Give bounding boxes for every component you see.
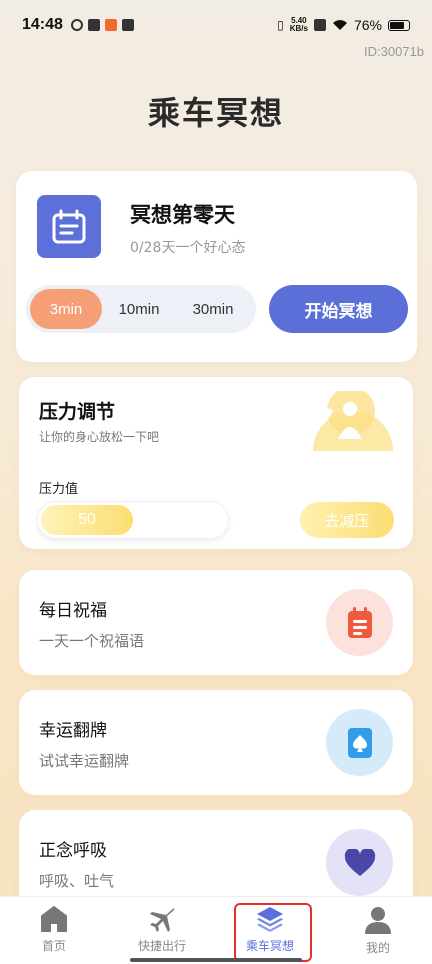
duration-3min-button[interactable]: 3min: [30, 289, 102, 329]
feature-subtitle: 呼吸、吐气: [39, 872, 115, 890]
tab-car-meditation[interactable]: 乘车冥想: [216, 897, 324, 964]
heart-icon[interactable]: [326, 829, 393, 896]
tab-label: 乘车冥想: [245, 939, 294, 953]
sim-icon: [313, 19, 326, 31]
page-title: 乘车冥想: [147, 94, 284, 132]
home-icon: [41, 906, 67, 932]
daily-blessing-card[interactable]: 每日祝福 一天一个祝福语: [19, 570, 413, 675]
app-notification-icon: [104, 19, 117, 31]
pressure-subtitle: 让你的身心放松一下吧: [39, 430, 160, 444]
duration-selector: 3min 10min 30min: [26, 285, 256, 333]
notification-icons: [70, 19, 134, 31]
feature-title: 每日祝福: [39, 601, 107, 621]
status-right: ▯ 5.40 KB/s 76%: [277, 17, 410, 33]
status-time: 14:48: [22, 16, 63, 33]
vibrate-icon: ▯: [277, 18, 284, 32]
tab-label: 我的: [365, 941, 390, 955]
tab-label: 首页: [41, 939, 66, 953]
feature-subtitle: 一天一个祝福语: [39, 632, 145, 650]
layers-icon: [257, 907, 283, 932]
meditation-subtitle: 0/28天一个好心态: [130, 240, 246, 256]
duration-30min-button[interactable]: 30min: [176, 289, 250, 329]
pressure-label: 压力值: [39, 482, 79, 497]
play-icon: [121, 19, 134, 31]
pressure-slider[interactable]: 50: [37, 501, 229, 539]
pressure-value-fill: 50: [41, 505, 133, 535]
pressure-title: 压力调节: [39, 401, 116, 423]
reduce-pressure-button[interactable]: 去减压: [300, 502, 394, 538]
tab-quick-travel[interactable]: 快捷出行: [108, 897, 216, 964]
sync-icon: [70, 19, 83, 31]
feature-title: 正念呼吸: [39, 841, 107, 861]
relax-illustration-icon: [313, 391, 393, 451]
meditation-card: 冥想第零天 0/28天一个好心态 3min 10min 30min 开始冥想: [16, 171, 417, 362]
status-bar: 14:48 ▯ 5.40 KB/s 76%: [0, 0, 432, 50]
calendar-icon: [37, 195, 101, 258]
net-speed-unit: KB/s: [289, 24, 308, 33]
mail-icon: [87, 19, 100, 31]
bottom-tab-bar: 首页 快捷出行 乘车冥想 我的: [0, 896, 432, 964]
wifi-icon: [332, 20, 347, 30]
airplane-icon: [150, 908, 174, 932]
feature-subtitle: 试试幸运翻牌: [39, 752, 130, 770]
home-indicator: [130, 958, 302, 962]
pressure-card: 压力调节 让你的身心放松一下吧 压力值 50 去减压: [19, 377, 413, 549]
meditation-title: 冥想第零天: [130, 203, 235, 227]
battery-percent: 76%: [353, 17, 382, 33]
calendar-note-icon[interactable]: [326, 589, 393, 656]
tab-label: 快捷出行: [137, 939, 186, 953]
user-icon: [365, 907, 391, 934]
start-meditation-button[interactable]: 开始冥想: [269, 285, 408, 333]
spade-card-icon[interactable]: [326, 709, 393, 776]
tab-mine[interactable]: 我的: [324, 897, 432, 964]
feature-title: 幸运翻牌: [39, 721, 107, 741]
battery-icon: [388, 19, 410, 31]
pressure-value: 50: [78, 511, 96, 528]
lucky-flip-card[interactable]: 幸运翻牌 试试幸运翻牌: [19, 690, 413, 795]
duration-10min-button[interactable]: 10min: [102, 289, 176, 329]
id-label: ID:30071b: [364, 44, 424, 59]
net-speed: 5.40 KB/s: [290, 17, 308, 33]
tab-home[interactable]: 首页: [0, 897, 108, 964]
